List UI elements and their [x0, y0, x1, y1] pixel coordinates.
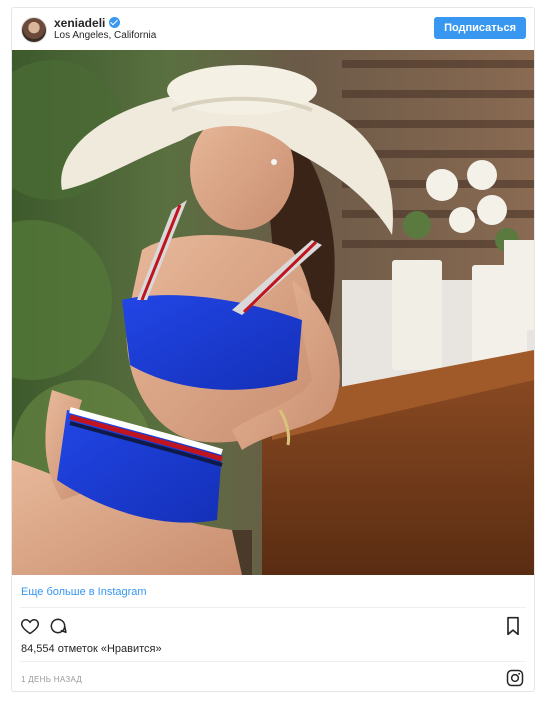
divider [20, 607, 526, 608]
post-photo[interactable] [12, 50, 534, 575]
divider [20, 661, 526, 662]
post-header: xeniadeli Los Angeles, California Подпис… [12, 8, 534, 50]
follow-button[interactable]: Подписаться [434, 17, 526, 39]
verified-badge-icon [109, 17, 121, 28]
post-time[interactable]: 1 ДЕНЬ НАЗАД [21, 675, 82, 684]
location[interactable]: Los Angeles, California [54, 30, 156, 41]
avatar[interactable] [21, 17, 47, 43]
instagram-embed-card: xeniadeli Los Angeles, California Подпис… [11, 7, 535, 692]
heart-icon[interactable] [20, 616, 40, 636]
likes-count[interactable]: 84,554 отметок «Нравится» [21, 643, 162, 655]
comment-bubble-icon[interactable] [48, 616, 68, 636]
username-row[interactable]: xeniadeli [54, 16, 121, 30]
bookmark-icon[interactable] [504, 616, 524, 636]
post-photo-image [12, 50, 534, 575]
instagram-logo-icon[interactable] [506, 669, 526, 689]
username[interactable]: xeniadeli [54, 16, 105, 30]
more-on-instagram-link[interactable]: Еще больше в Instagram [21, 586, 147, 598]
